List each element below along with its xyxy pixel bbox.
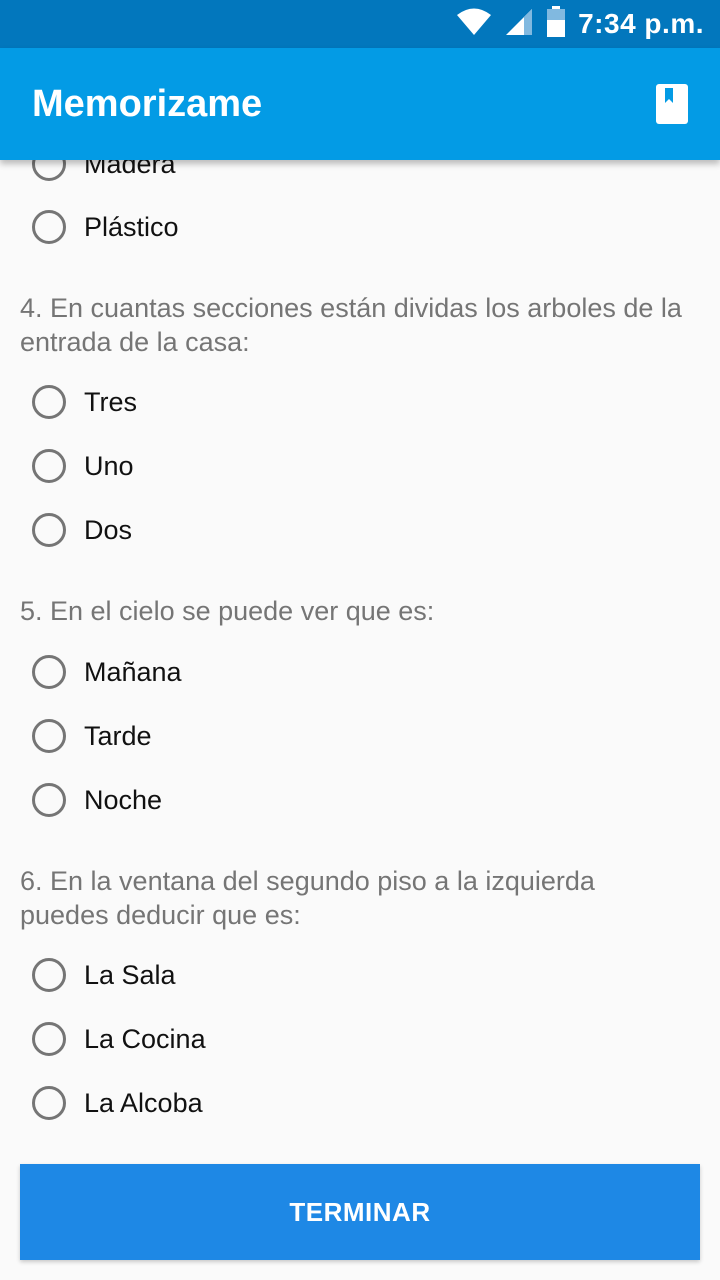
option-madera[interactable]: Madera xyxy=(32,160,176,188)
option-la-alcoba[interactable]: La Alcoba xyxy=(32,1079,203,1127)
option-dos[interactable]: Dos xyxy=(32,506,132,554)
option-label: La Cocina xyxy=(84,1023,206,1054)
option-label: Madera xyxy=(84,160,176,179)
radio-button[interactable] xyxy=(32,160,66,181)
radio-button[interactable] xyxy=(32,513,66,547)
option-la-sala[interactable]: La Sala xyxy=(32,951,176,999)
option-label: Plástico xyxy=(84,211,179,242)
option-label: Tres xyxy=(84,386,137,417)
status-time: 7:34 p.m. xyxy=(578,8,704,39)
option-tres[interactable]: Tres xyxy=(32,378,137,426)
book-icon[interactable] xyxy=(656,84,688,124)
question-6-text: 6. En la ventana del segundo piso a la i… xyxy=(20,866,595,930)
option-label: Dos xyxy=(84,514,133,545)
option-plastico[interactable]: Plástico xyxy=(32,203,179,251)
option-label: Uno xyxy=(84,450,134,481)
question-5-text: 5. En el cielo se puede ver que es: xyxy=(20,596,435,626)
battery-icon xyxy=(546,5,566,43)
app-bar: Memorizame xyxy=(0,48,720,160)
option-label: Mañana xyxy=(84,656,182,687)
option-label: La Sala xyxy=(84,959,176,990)
radio-button[interactable] xyxy=(32,783,66,817)
option-label: La Alcoba xyxy=(84,1087,203,1118)
option-uno[interactable]: Uno xyxy=(32,442,134,490)
wifi-icon xyxy=(456,7,492,42)
radio-button[interactable] xyxy=(32,449,66,483)
radio-button[interactable] xyxy=(32,1022,66,1056)
radio-button[interactable] xyxy=(32,1086,66,1120)
option-manana[interactable]: Mañana xyxy=(32,648,182,696)
finish-button[interactable]: TERMINAR xyxy=(20,1164,700,1260)
option-la-cocina[interactable]: La Cocina xyxy=(32,1015,206,1063)
quiz-content[interactable]: Madera Plástico 4. En cuantas secciones … xyxy=(0,160,720,1280)
option-label: Tarde xyxy=(84,720,152,751)
option-label: Noche xyxy=(84,784,163,815)
radio-button[interactable] xyxy=(32,655,66,689)
option-noche[interactable]: Noche xyxy=(32,776,162,824)
question-4-text: 4. En cuantas secciones están dividas lo… xyxy=(20,293,682,357)
radio-button[interactable] xyxy=(32,210,66,244)
radio-button[interactable] xyxy=(32,719,66,753)
signal-icon xyxy=(504,7,534,42)
radio-button[interactable] xyxy=(32,385,66,419)
app-title: Memorizame xyxy=(32,83,263,125)
radio-button[interactable] xyxy=(32,958,66,992)
status-icons: 7:34 p.m. xyxy=(456,0,704,48)
option-tarde[interactable]: Tarde xyxy=(32,712,152,760)
status-bar: 7:34 p.m. xyxy=(0,0,720,48)
